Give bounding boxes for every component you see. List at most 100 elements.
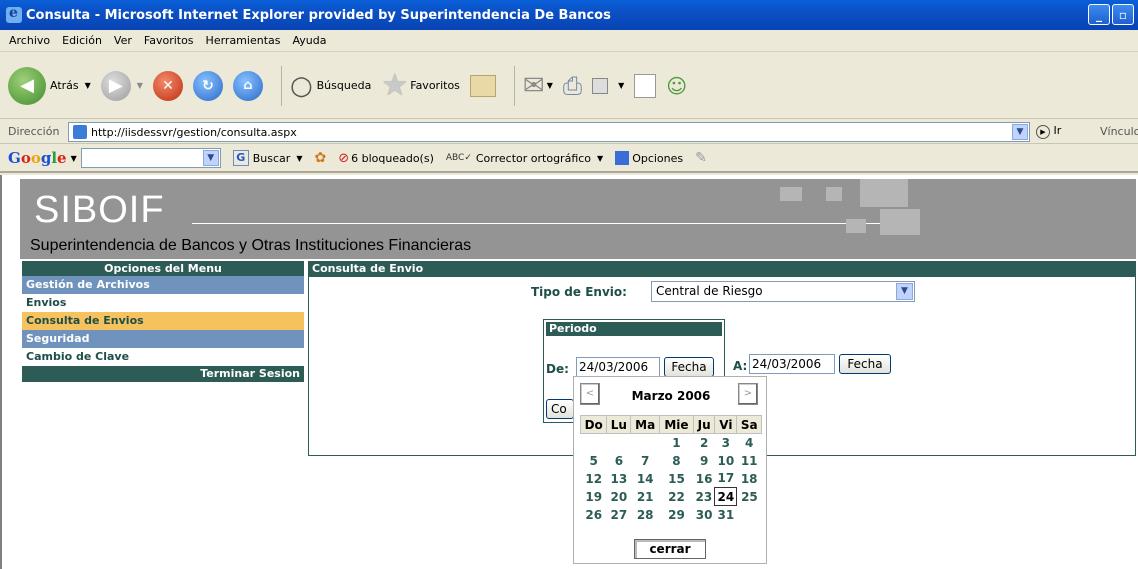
logout-link[interactable]: Terminar Sesion — [22, 366, 304, 382]
weekday-header: Ma — [630, 415, 661, 434]
calendar-day[interactable]: 5 — [581, 452, 607, 470]
window-title-bar: Consulta - Microsoft Internet Explorer p… — [0, 0, 1138, 30]
popup-blocker-button[interactable]: ⊘ 6 bloqueado(s) — [338, 151, 434, 166]
stop-button[interactable]: ✕ — [152, 70, 183, 101]
fecha-hasta-button[interactable]: Fecha — [839, 354, 891, 374]
calendar-day[interactable]: 20 — [607, 488, 631, 506]
weekday-header: Mie — [659, 415, 694, 434]
calendar-day[interactable]: 13 — [607, 470, 631, 488]
periodo-title: Periodo — [546, 322, 722, 336]
calendar-day[interactable]: 6 — [607, 452, 631, 470]
calendar-close-button[interactable]: cerrar — [634, 539, 706, 559]
spellcheck-button[interactable]: ABC✓ Corrector ortográfico ▼ — [446, 152, 603, 165]
weekday-header: Ju — [692, 415, 716, 434]
google-news-button[interactable]: ✿ — [314, 150, 326, 166]
banner-decoration — [860, 179, 908, 207]
menu-ayuda[interactable]: Ayuda — [287, 34, 333, 47]
highlight-button[interactable]: ✎ — [695, 150, 707, 166]
chevron-down-icon: ▼ — [546, 81, 553, 90]
history-icon — [469, 74, 496, 97]
calendar-day[interactable]: 1 — [660, 434, 694, 452]
menu-archivo[interactable]: Archivo — [4, 34, 57, 47]
menu-item-consulta[interactable]: Consulta de Envios — [22, 312, 304, 330]
fecha-desde-input[interactable]: 24/03/2006 — [576, 357, 660, 377]
calendar-empty-cell — [607, 434, 631, 452]
google-options-button[interactable]: Opciones — [615, 151, 683, 165]
calendar-day[interactable]: 25 — [737, 488, 762, 506]
menu-item-cambio-clave[interactable]: Cambio de Clave — [22, 348, 304, 366]
google-search-dropdown[interactable]: ▼ — [202, 150, 219, 166]
calendar-day[interactable]: 27 — [607, 506, 631, 524]
fecha-desde-button[interactable]: Fecha — [664, 357, 714, 377]
home-icon: ⌂ — [232, 70, 263, 101]
calendar-week-row: 19 20 21 22 23 24 25 — [581, 487, 762, 506]
address-input[interactable]: http://iisdessvr/gestion/consulta.aspx — [68, 122, 1030, 142]
calendar-day[interactable]: 15 — [660, 470, 694, 488]
calendar-day[interactable]: 21 — [631, 488, 660, 506]
address-dropdown-button[interactable]: ▼ — [1012, 124, 1028, 140]
spellcheck-icon: ABC✓ — [445, 153, 472, 163]
tipo-envio-label: Tipo de Envio: — [531, 285, 627, 299]
history-button[interactable] — [469, 74, 496, 97]
calendar-day[interactable]: 26 — [581, 506, 607, 524]
refresh-button[interactable]: ↻ — [192, 70, 223, 101]
calendar-day[interactable]: 18 — [737, 470, 762, 488]
favorites-button[interactable]: ★ Favoritos — [381, 68, 460, 103]
print-button[interactable]: ⎙ — [563, 72, 582, 100]
calendar-day[interactable]: 16 — [693, 470, 714, 488]
banner-decoration — [880, 209, 920, 235]
menu-item-envios[interactable]: Envios — [22, 294, 304, 312]
fecha-hasta-input[interactable]: 24/03/2006 — [749, 354, 835, 374]
tipo-envio-dropdown-button[interactable]: ▼ — [896, 283, 913, 300]
calendar-day[interactable]: 7 — [631, 452, 660, 470]
minimize-button[interactable]: _ — [1088, 4, 1110, 25]
back-button[interactable]: ◀ Atrás ▼ — [8, 66, 91, 105]
window-title: Consulta - Microsoft Internet Explorer p… — [26, 7, 611, 23]
side-menu: Opciones del Menu Gestión de Archivos En… — [22, 261, 304, 382]
go-button[interactable]: ▶ Ir — [1036, 124, 1061, 139]
calendar-day[interactable]: 9 — [693, 452, 714, 470]
messenger-button[interactable]: ☺ — [666, 74, 687, 98]
calendar-day[interactable]: 12 — [581, 470, 607, 488]
google-buscar-button[interactable]: G Buscar ▼ — [232, 150, 302, 166]
google-toolbar: Google ▼ ▼ G Buscar ▼ ✿ ⊘ 6 bloqueado(s)… — [0, 145, 1138, 173]
calendar-day[interactable]: 23 — [693, 488, 714, 506]
menu-favoritos[interactable]: Favoritos — [139, 34, 201, 47]
calendar-day[interactable]: 24 — [714, 487, 738, 506]
calendar-day[interactable]: 2 — [693, 434, 714, 452]
calendar-day[interactable]: 3 — [715, 434, 737, 452]
edit-button[interactable]: ▼ — [592, 77, 624, 94]
calendar-day[interactable]: 19 — [581, 488, 607, 506]
google-search-input[interactable]: ▼ — [80, 148, 221, 168]
calendar-day[interactable]: 8 — [660, 452, 694, 470]
chevron-down-icon: ▼ — [597, 153, 604, 163]
calendar-prev-button[interactable]: < — [580, 383, 600, 405]
links-label[interactable]: Vínculo — [1100, 125, 1138, 138]
home-button[interactable]: ⌂ — [232, 70, 263, 101]
calendar-day[interactable]: 31 — [715, 506, 737, 524]
maximize-button[interactable]: ▫ — [1112, 4, 1134, 25]
calendar-day[interactable]: 11 — [737, 452, 762, 470]
search-button[interactable]: ○ Búsqueda — [290, 71, 371, 101]
discuss-button[interactable] — [634, 73, 657, 98]
menu-herramientas[interactable]: Herramientas — [201, 34, 288, 47]
calendar-day[interactable]: 17 — [715, 470, 737, 488]
tipo-envio-select[interactable]: Central de Riesgo ▼ — [651, 281, 915, 302]
menu-edicion[interactable]: Edición — [57, 34, 109, 47]
calendar-day[interactable]: 29 — [660, 506, 694, 524]
menu-ver[interactable]: Ver — [109, 34, 139, 47]
search-icon: ○ — [289, 70, 313, 101]
calendar-day[interactable]: 28 — [631, 506, 660, 524]
calendar-day[interactable]: 10 — [715, 452, 737, 470]
weekday-header: Sa — [736, 415, 762, 434]
chevron-down-icon: ▼ — [70, 153, 77, 163]
calendar-day[interactable]: 4 — [737, 434, 762, 452]
mail-button[interactable]: ✉ ▼ — [523, 71, 553, 101]
calendar-day[interactable]: 14 — [631, 470, 660, 488]
consultar-button[interactable]: Co — [546, 399, 574, 419]
calendar-next-button[interactable]: > — [738, 383, 758, 405]
google-logo[interactable]: Google — [8, 149, 67, 167]
calendar-day[interactable]: 30 — [693, 506, 714, 524]
forward-button[interactable]: ▶ ▼ — [100, 70, 143, 101]
calendar-day[interactable]: 22 — [660, 488, 694, 506]
